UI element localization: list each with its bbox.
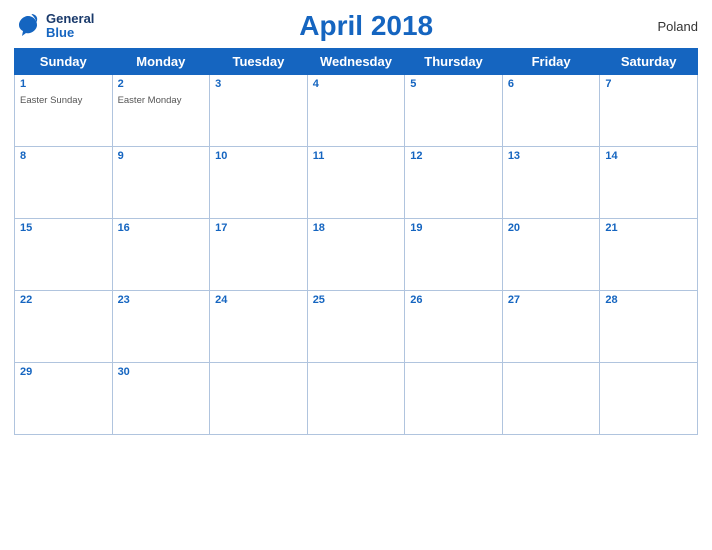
table-row: 21	[600, 219, 698, 291]
table-row: 19	[405, 219, 503, 291]
day-number: 20	[508, 222, 595, 234]
calendar-week-row: 1 Easter Sunday 2 Easter Monday 34567	[15, 75, 698, 147]
col-tuesday: Tuesday	[210, 49, 308, 75]
table-row: 27	[502, 291, 600, 363]
col-wednesday: Wednesday	[307, 49, 405, 75]
day-number: 27	[508, 294, 595, 306]
day-number: 26	[410, 294, 497, 306]
col-saturday: Saturday	[600, 49, 698, 75]
table-row: 23	[112, 291, 210, 363]
col-thursday: Thursday	[405, 49, 503, 75]
table-row: 3	[210, 75, 308, 147]
table-row	[307, 363, 405, 435]
day-number: 16	[118, 222, 205, 234]
calendar-week-row: 22 23 24 25 26 27 28	[15, 291, 698, 363]
table-row: 7	[600, 75, 698, 147]
holiday-label: Easter Monday	[118, 95, 182, 106]
col-monday: Monday	[112, 49, 210, 75]
day-number: 1	[20, 78, 107, 90]
weekday-header-row: Sunday Monday Tuesday Wednesday Thursday…	[15, 49, 698, 75]
calendar-week-row: 15 16 17 18 19 20 21	[15, 219, 698, 291]
day-number: 3	[215, 78, 302, 90]
logo-area: General Blue	[14, 12, 94, 41]
day-number: 8	[20, 150, 107, 162]
table-row: 8	[15, 147, 113, 219]
col-friday: Friday	[502, 49, 600, 75]
holiday-label: Easter Sunday	[20, 95, 82, 106]
day-number: 29	[20, 366, 107, 378]
table-row: 28	[600, 291, 698, 363]
table-row: 25	[307, 291, 405, 363]
table-row: 17	[210, 219, 308, 291]
table-row: 22	[15, 291, 113, 363]
day-number: 11	[313, 150, 400, 162]
table-row: 2 Easter Monday	[112, 75, 210, 147]
table-row: 18	[307, 219, 405, 291]
table-row	[600, 363, 698, 435]
day-number: 12	[410, 150, 497, 162]
day-number: 7	[605, 78, 692, 90]
calendar-title: April 2018	[94, 10, 638, 42]
logo-text: General Blue	[46, 12, 94, 41]
day-number: 22	[20, 294, 107, 306]
day-number: 24	[215, 294, 302, 306]
table-row	[210, 363, 308, 435]
day-number: 19	[410, 222, 497, 234]
day-number: 9	[118, 150, 205, 162]
day-number: 4	[313, 78, 400, 90]
table-row: 12	[405, 147, 503, 219]
table-row: 4	[307, 75, 405, 147]
table-row: 13	[502, 147, 600, 219]
calendar-week-row: 89 10 11 12 13 14	[15, 147, 698, 219]
day-number: 6	[508, 78, 595, 90]
calendar-table: Sunday Monday Tuesday Wednesday Thursday…	[14, 48, 698, 435]
table-row: 15	[15, 219, 113, 291]
col-sunday: Sunday	[15, 49, 113, 75]
table-row: 5	[405, 75, 503, 147]
country-label: Poland	[638, 19, 698, 34]
table-row	[405, 363, 503, 435]
table-row: 30	[112, 363, 210, 435]
table-row: 26	[405, 291, 503, 363]
day-number: 15	[20, 222, 107, 234]
table-row: 14	[600, 147, 698, 219]
day-number: 25	[313, 294, 400, 306]
day-number: 13	[508, 150, 595, 162]
table-row: 10	[210, 147, 308, 219]
table-row: 24	[210, 291, 308, 363]
table-row	[502, 363, 600, 435]
table-row: 1 Easter Sunday	[15, 75, 113, 147]
day-number: 21	[605, 222, 692, 234]
calendar-week-row: 29 30	[15, 363, 698, 435]
table-row: 11	[307, 147, 405, 219]
table-row: 20	[502, 219, 600, 291]
table-row: 6	[502, 75, 600, 147]
day-number: 23	[118, 294, 205, 306]
table-row: 9	[112, 147, 210, 219]
day-number: 10	[215, 150, 302, 162]
day-number: 28	[605, 294, 692, 306]
calendar-header: General Blue April 2018 Poland	[14, 10, 698, 42]
logo-icon	[14, 12, 42, 40]
day-number: 30	[118, 366, 205, 378]
day-number: 18	[313, 222, 400, 234]
day-number: 14	[605, 150, 692, 162]
day-number: 2	[118, 78, 205, 90]
day-number: 17	[215, 222, 302, 234]
table-row: 29	[15, 363, 113, 435]
table-row: 16	[112, 219, 210, 291]
day-number: 5	[410, 78, 497, 90]
